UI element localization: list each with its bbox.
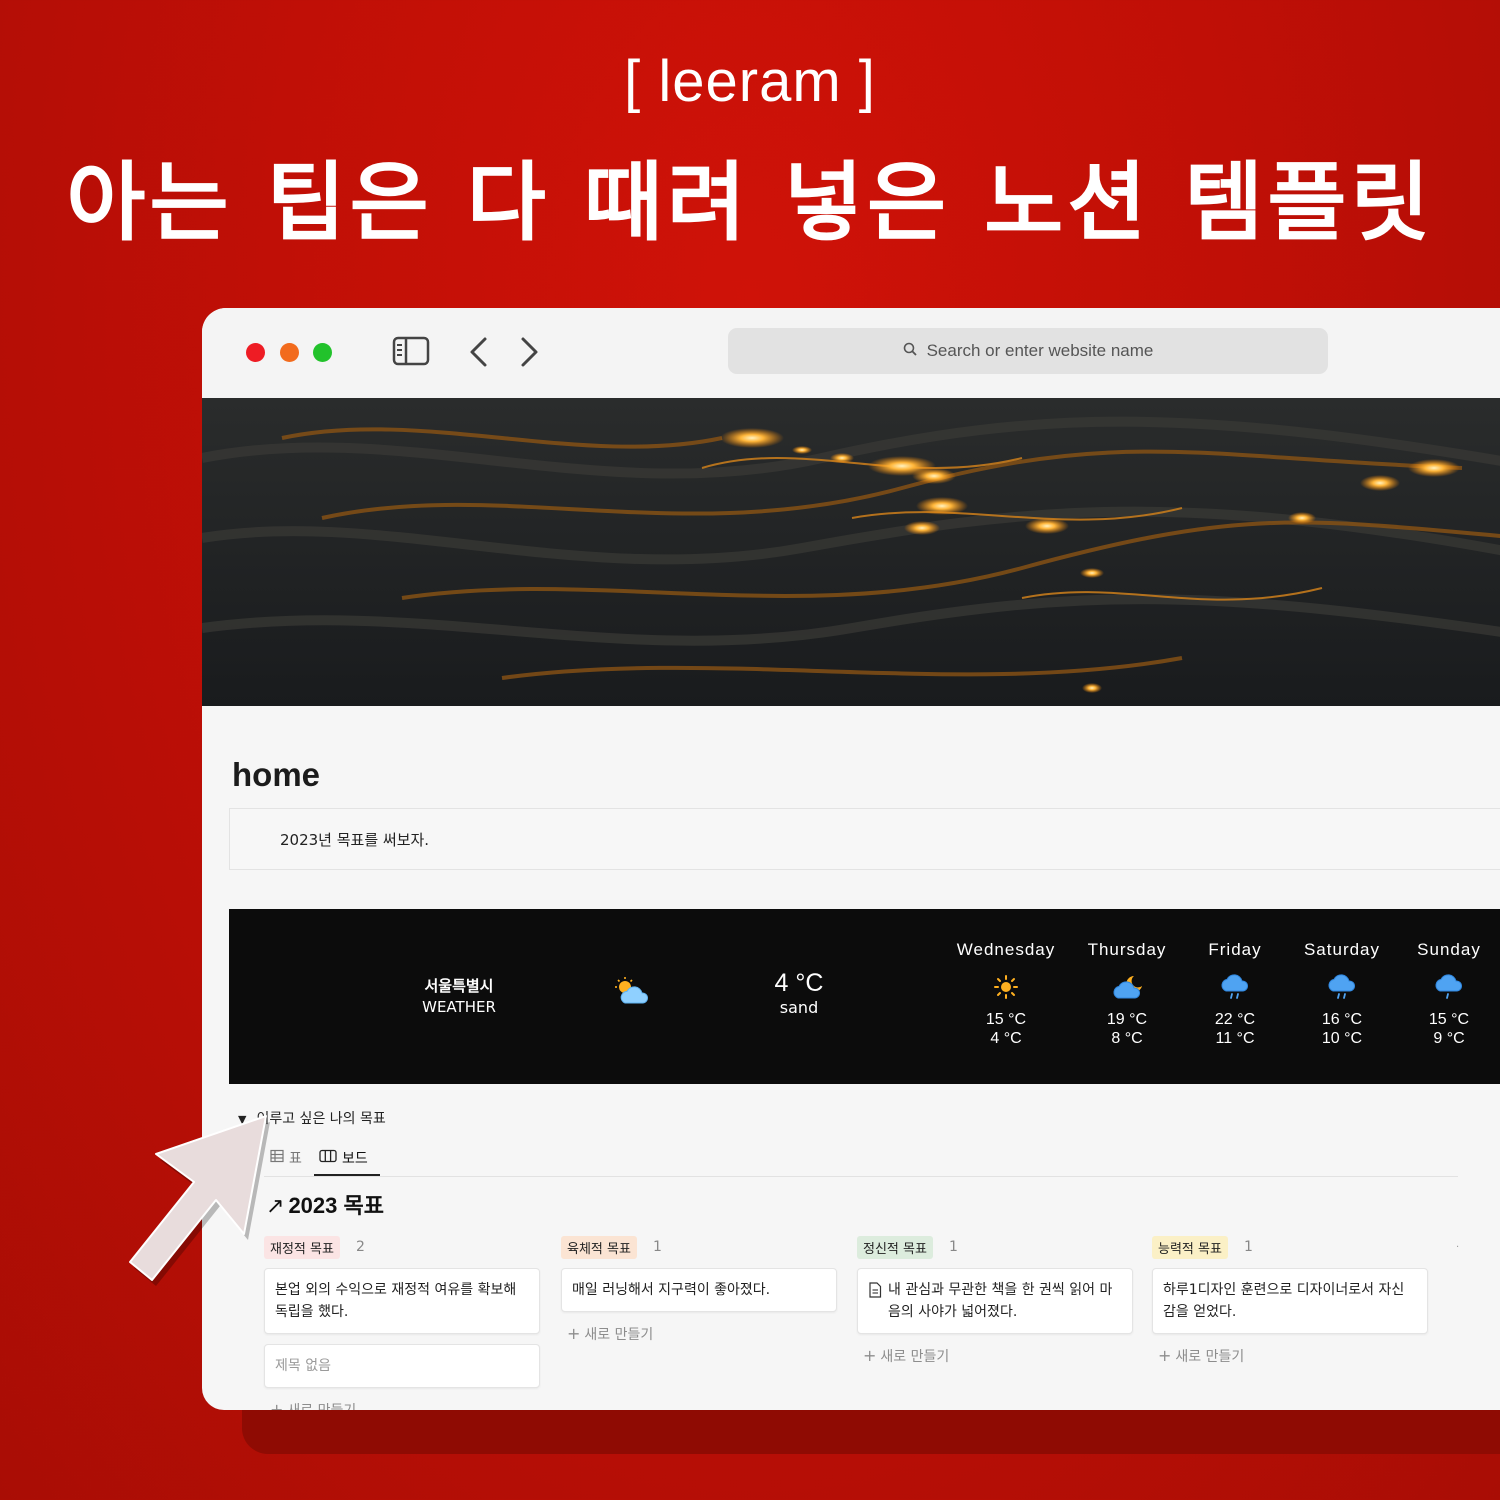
new-card-label: 새로 만들기: [584, 1327, 654, 1343]
column-header: 정신적 목표 1: [857, 1235, 1133, 1259]
callout-block[interactable]: 2023년 목표를 써보자.: [229, 808, 1500, 870]
new-card-button[interactable]: +새로 만들기: [1158, 1346, 1428, 1366]
forecast-day-name: Wednesday: [956, 940, 1056, 959]
board-card[interactable]: 하루1디자인 훈련으로 디자이너로서 자신감을 얻었다.: [1152, 1268, 1428, 1334]
database-title-text: 2023 목표: [288, 1193, 384, 1218]
forecast-low: 4 °C: [990, 1030, 1022, 1047]
brand-label: [ leeram ]: [624, 49, 876, 114]
more-columns-indicator: ·: [1456, 1242, 1460, 1253]
sun-cloud-icon: [613, 977, 653, 1011]
database-title[interactable]: ↗ 2023 목표: [266, 1188, 384, 1220]
title-bar: Search or enter website name: [202, 308, 1500, 398]
new-card-button[interactable]: +새로 만들기: [270, 1400, 540, 1410]
plus-icon: +: [567, 1324, 581, 1343]
board-card[interactable]: 매일 러닝해서 지구력이 좋아졌다.: [561, 1268, 837, 1312]
board-card[interactable]: 제목 없음: [264, 1344, 540, 1388]
column-count: 2: [355, 1239, 365, 1255]
forecast-low: 11 °C: [1215, 1030, 1255, 1047]
zoom-button[interactable]: [313, 343, 332, 362]
board-column: 정신적 목표 1 내 관심과 무관한 책을 한 권씩 읽어 마음의 사야가 넓어…: [857, 1235, 1133, 1366]
forecast-day-name: Saturday: [1303, 940, 1381, 959]
current-weather: 4 °C sand: [749, 969, 849, 1017]
board-card[interactable]: 내 관심과 무관한 책을 한 권씩 읽어 마음의 사야가 넓어졌다.: [857, 1268, 1133, 1334]
plus-icon: +: [270, 1400, 284, 1410]
rain-cloud-icon: [1394, 964, 1500, 1010]
weather-location: 서울특별시 WEATHER: [409, 976, 509, 1018]
document-icon: [868, 1282, 882, 1305]
plus-icon: +: [1158, 1346, 1172, 1365]
address-bar[interactable]: Search or enter website name: [728, 328, 1328, 374]
tab-table-label: 표: [289, 1151, 302, 1167]
new-card-button[interactable]: +새로 만들기: [567, 1324, 837, 1344]
moon-cloud-icon: [1072, 964, 1182, 1010]
column-tag: 정신적 목표: [857, 1235, 933, 1259]
column-tag: 육체적 목표: [561, 1235, 637, 1259]
back-arrow-icon[interactable]: [468, 336, 490, 372]
card-title: 내 관심과 무관한 책을 한 권씩 읽어 마음의 사야가 넓어졌다.: [888, 1282, 1113, 1320]
callout-text: 2023년 목표를 써보자.: [280, 831, 430, 849]
card-title: 본업 외의 수익으로 재정적 여유를 확보해 독립을 했다.: [275, 1282, 517, 1320]
card-title: 제목 없음: [275, 1358, 331, 1374]
column-header: 재정적 목표 2: [264, 1235, 540, 1259]
board-column: 능력적 목표 1 하루1디자인 훈련으로 디자이너로서 자신감을 얻었다. + 새…: [1152, 1235, 1428, 1366]
new-card-label: 새로 만들기: [1175, 1349, 1245, 1365]
forecast-high: 19 °C: [1106, 1011, 1148, 1028]
current-desc: sand: [779, 998, 819, 1017]
forecast-high: 22 °C: [1214, 1011, 1256, 1028]
weather-label: WEATHER: [422, 998, 496, 1016]
column-count: 1: [652, 1239, 662, 1255]
forecast-high: 16 °C: [1321, 1011, 1363, 1028]
column-header: 능력적 목표 1: [1152, 1235, 1428, 1259]
cursor-arrow-icon: [110, 1098, 280, 1302]
card-title: 매일 러닝해서 지구력이 좋아졌다.: [572, 1282, 771, 1298]
new-card-label: 새로 만들기: [880, 1349, 950, 1365]
minimize-button[interactable]: [280, 343, 299, 362]
new-card-label: 새로 만들기: [287, 1403, 356, 1410]
forecast-low: 10 °C: [1321, 1030, 1363, 1047]
forecast-high: 15 °C: [1428, 1011, 1470, 1028]
column-count: 1: [948, 1239, 958, 1255]
headline: 아는 팁은 다 때려 넣은 노션 템플릿: [66, 153, 1434, 253]
forecast-day: Saturday 16 °C 10 °C: [1287, 940, 1397, 1048]
search-icon: [903, 341, 917, 361]
forecast-high: 15 °C: [985, 1011, 1027, 1028]
column-tag: 능력적 목표: [1152, 1235, 1228, 1259]
address-placeholder: Search or enter website name: [926, 341, 1154, 360]
page-title: home: [232, 756, 321, 793]
board-card[interactable]: 본업 외의 수익으로 재정적 여유를 확보해 독립을 했다.: [264, 1268, 540, 1334]
weather-widget: 서울특별시 WEATHER 4 °C sand Wednesday 15 °C …: [229, 909, 1500, 1084]
plus-icon: +: [863, 1346, 877, 1365]
forward-arrow-icon[interactable]: [518, 336, 540, 372]
forecast-day-name: Friday: [1208, 940, 1262, 959]
sun-icon: [951, 964, 1061, 1010]
forecast-day-name: Thursday: [1087, 940, 1167, 959]
card-title: 하루1디자인 훈련으로 디자이너로서 자신감을 얻었다.: [1163, 1282, 1405, 1320]
current-temp: 4 °C: [774, 969, 824, 997]
rain-cloud-icon: [1180, 964, 1290, 1010]
column-header: 육체적 목표 1: [561, 1235, 837, 1259]
forecast-low: 8 °C: [1111, 1030, 1143, 1047]
board-icon: [319, 1149, 337, 1167]
board-column: 재정적 목표 2 본업 외의 수익으로 재정적 여유를 확보해 독립을 했다. …: [264, 1235, 540, 1410]
forecast-day: Friday 22 °C 11 °C: [1180, 940, 1290, 1048]
column-count: 1: [1243, 1239, 1253, 1255]
forecast-day-name: Sunday: [1417, 940, 1481, 959]
forecast-low: 9 °C: [1433, 1030, 1465, 1047]
rain-cloud-icon: [1287, 964, 1397, 1010]
close-button[interactable]: [246, 343, 265, 362]
forecast-day: Wednesday 15 °C 4 °C: [951, 940, 1061, 1048]
tab-board-label: 보드: [342, 1151, 368, 1167]
sidebar-icon[interactable]: [392, 336, 430, 370]
weather-city: 서울특별시: [424, 977, 494, 995]
tab-board[interactable]: 보드: [319, 1148, 368, 1168]
cover-image: [202, 398, 1500, 706]
board-column: 육체적 목표 1 매일 러닝해서 지구력이 좋아졌다. + 새로 만들기: [561, 1235, 837, 1344]
active-tab-indicator: [314, 1174, 380, 1176]
new-card-button[interactable]: +새로 만들기: [863, 1346, 1133, 1366]
browser-window: Search or enter website name home 2023년 …: [202, 308, 1500, 1410]
forecast-day: Thursday 19 °C 8 °C: [1072, 940, 1182, 1048]
view-tabs: 표 보드: [264, 1146, 1458, 1177]
forecast-day: Sunday 15 °C 9 °C: [1394, 940, 1500, 1048]
